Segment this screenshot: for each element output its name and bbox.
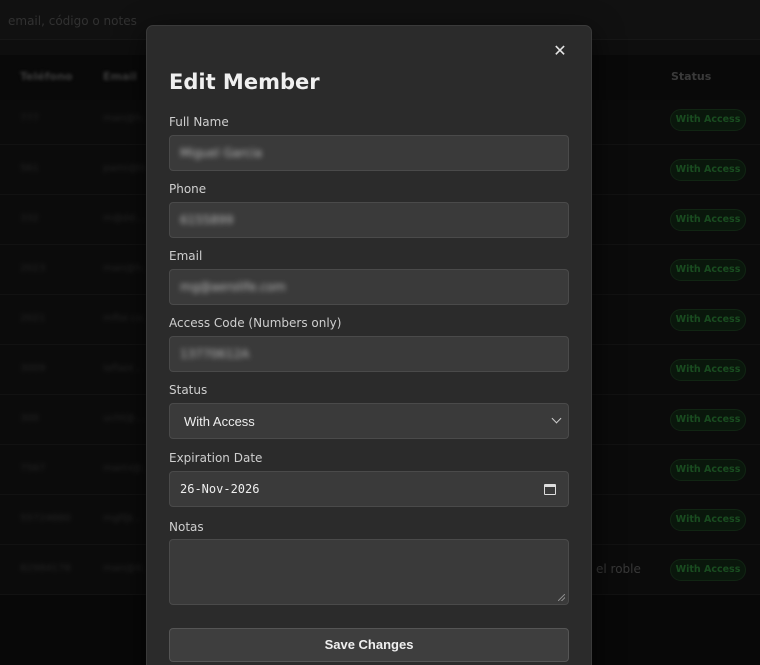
calendar-icon[interactable] — [544, 484, 556, 495]
edit-member-modal: ✕ Edit Member Full Name Miguel Garcia Ph… — [146, 25, 592, 665]
expiration-date-input[interactable]: 26-Nov-2026 — [169, 471, 569, 507]
notes-textarea[interactable] — [169, 539, 569, 605]
access-code-input[interactable]: 13770612A — [169, 336, 569, 372]
save-changes-button[interactable]: Save Changes — [169, 628, 569, 662]
access-code-label: Access Code (Numbers only) — [169, 316, 342, 330]
phone-label: Phone — [169, 182, 207, 196]
notes-label: Notas — [169, 520, 204, 534]
expiration-label: Expiration Date — [169, 451, 263, 465]
status-label: Status — [169, 383, 208, 397]
full-name-value: Miguel Garcia — [180, 146, 263, 160]
status-select[interactable]: With Access — [169, 403, 569, 439]
expiration-date-value: 26-Nov-2026 — [180, 482, 260, 496]
close-icon[interactable]: ✕ — [551, 42, 569, 60]
resize-handle-icon[interactable] — [558, 594, 565, 601]
phone-input[interactable]: 6155899 — [169, 202, 569, 238]
full-name-label: Full Name — [169, 115, 229, 129]
modal-title: Edit Member — [169, 70, 320, 94]
phone-value: 6155899 — [180, 213, 234, 227]
status-selected-value: With Access — [184, 413, 255, 429]
chevron-down-icon — [551, 413, 562, 424]
access-code-value: 13770612A — [180, 347, 250, 361]
full-name-input[interactable]: Miguel Garcia — [169, 135, 569, 171]
email-value: mg@aerolife.com — [180, 280, 286, 294]
email-label: Email — [169, 249, 203, 263]
email-input[interactable]: mg@aerolife.com — [169, 269, 569, 305]
